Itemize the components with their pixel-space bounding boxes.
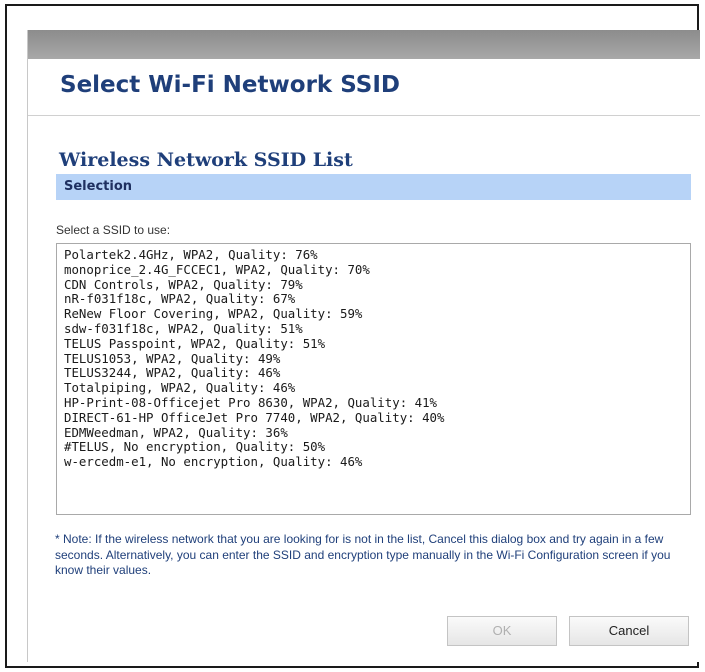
help-note: * Note: If the wireless network that you… [55, 532, 671, 577]
ssid-option[interactable]: w-ercedm-e1, No encryption, Quality: 46% [64, 454, 690, 470]
ssid-option[interactable]: EDMWeedman, WPA2, Quality: 36% [64, 425, 690, 441]
ok-button[interactable]: OK [447, 616, 557, 646]
ssid-option[interactable]: monoprice_2.4G_FCCEC1, WPA2, Quality: 70… [64, 262, 690, 278]
ssid-option[interactable]: HP-Print-08-Officejet Pro 8630, WPA2, Qu… [64, 395, 690, 411]
ssid-prompt: Select a SSID to use: [56, 223, 171, 237]
ssid-option[interactable]: Totalpiping, WPA2, Quality: 46% [64, 380, 690, 396]
ssid-option[interactable]: TELUS3244, WPA2, Quality: 46% [64, 366, 690, 381]
ssid-option[interactable]: ReNew Floor Covering, WPA2, Quality: 59% [64, 306, 690, 322]
ssid-option[interactable]: #TELUS, No encryption, Quality: 50% [64, 440, 690, 455]
ssid-listbox[interactable]: Polartek2.4GHz, WPA2, Quality: 76% monop… [56, 243, 691, 515]
cancel-button[interactable]: Cancel [569, 616, 689, 646]
select-ssid-dialog: Select Wi-Fi Network SSID Wireless Netwo… [27, 30, 700, 662]
dialog-title: Select Wi-Fi Network SSID [60, 72, 400, 98]
ssid-option[interactable]: DIRECT-61-HP OfficeJet Pro 7740, WPA2, Q… [64, 410, 690, 426]
ssid-option[interactable]: TELUS1053, WPA2, Quality: 49% [64, 351, 690, 367]
selection-header-bar: Selection [56, 174, 691, 200]
ssid-option[interactable]: Polartek2.4GHz, WPA2, Quality: 76% [64, 247, 690, 263]
ssid-option[interactable]: TELUS Passpoint, WPA2, Quality: 51% [64, 336, 690, 352]
ssid-option[interactable]: CDN Controls, WPA2, Quality: 79% [64, 277, 690, 293]
dialog-title-bar[interactable] [28, 30, 700, 59]
ssid-option[interactable]: sdw-f031f18c, WPA2, Quality: 51% [64, 321, 690, 337]
dialog-header: Select Wi-Fi Network SSID [28, 59, 700, 116]
selection-label: Selection [64, 179, 133, 194]
ssid-option[interactable]: nR-f031f18c, WPA2, Quality: 67% [64, 292, 690, 307]
section-title: Wireless Network SSID List [59, 149, 353, 171]
